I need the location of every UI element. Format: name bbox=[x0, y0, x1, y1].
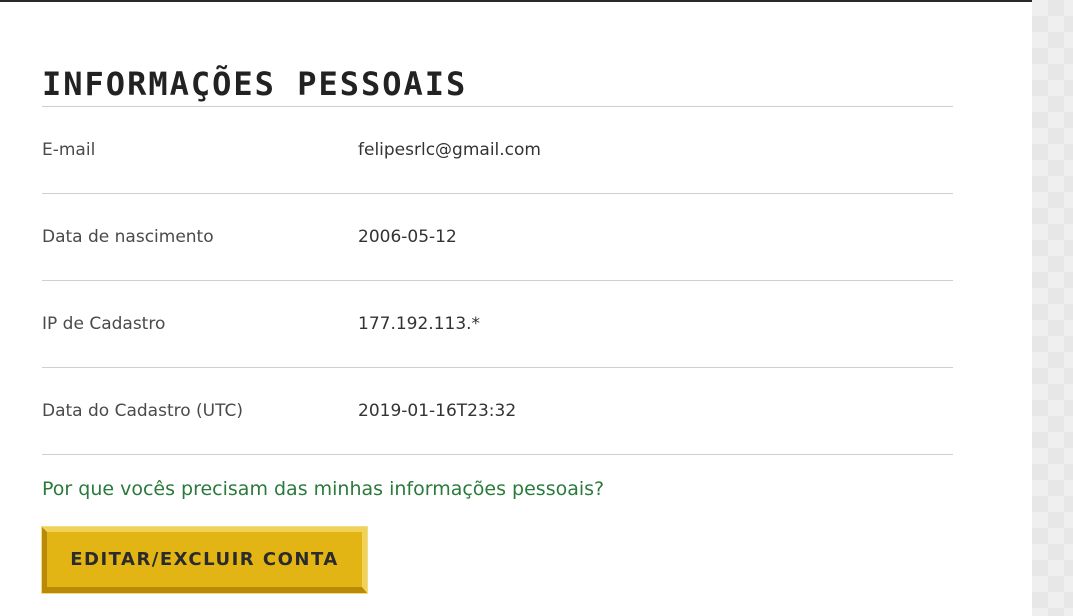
birthdate-label: Data de nascimento bbox=[42, 227, 214, 247]
top-border bbox=[0, 0, 1032, 2]
info-row-registration-ip: IP de Cadastro 177.192.113.* bbox=[42, 281, 953, 368]
email-label: E-mail bbox=[42, 140, 96, 160]
registration-date-label: Data do Cadastro (UTC) bbox=[42, 401, 243, 421]
registration-ip-value: 177.192.113.* bbox=[358, 314, 481, 334]
email-value: felipesrlc@gmail.com bbox=[358, 140, 541, 160]
info-row-registration-date: Data do Cadastro (UTC) 2019-01-16T23:32 bbox=[42, 368, 953, 455]
section-title: Informações pessoais bbox=[42, 65, 468, 103]
birthdate-value: 2006-05-12 bbox=[358, 227, 457, 247]
info-row-email: E-mail felipesrlc@gmail.com bbox=[42, 107, 953, 194]
why-personal-info-link[interactable]: Por que vocês precisam das minhas inform… bbox=[42, 478, 604, 500]
info-list: E-mail felipesrlc@gmail.com Data de nasc… bbox=[42, 107, 953, 455]
registration-ip-label: IP de Cadastro bbox=[42, 314, 166, 334]
edit-delete-account-button[interactable]: EDITAR/EXCLUIR CONTA bbox=[42, 527, 367, 593]
registration-date-value: 2019-01-16T23:32 bbox=[358, 401, 517, 421]
info-row-birthdate: Data de nascimento 2006-05-12 bbox=[42, 194, 953, 281]
side-background-pattern bbox=[1032, 0, 1073, 616]
